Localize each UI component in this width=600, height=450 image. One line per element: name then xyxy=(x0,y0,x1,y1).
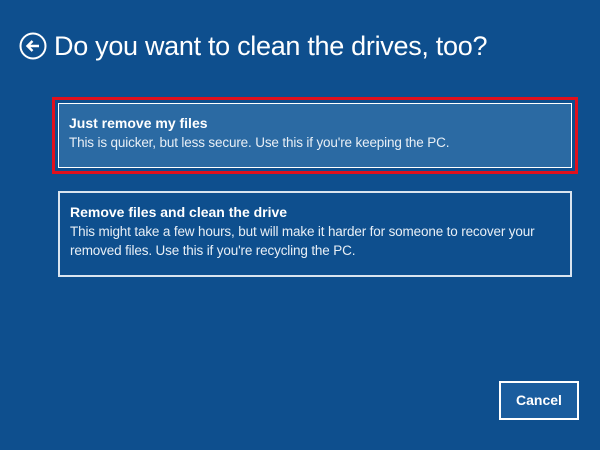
back-button[interactable] xyxy=(19,32,47,60)
page-title: Do you want to clean the drives, too? xyxy=(54,31,488,61)
reset-pc-dialog: Do you want to clean the drives, too? Ju… xyxy=(0,0,600,450)
cancel-button[interactable]: Cancel xyxy=(499,381,579,420)
back-arrow-icon xyxy=(19,32,47,60)
option-title: Remove files and clean the drive xyxy=(70,204,288,220)
option-title: Just remove my files xyxy=(69,115,208,131)
option-description: This is quicker, but less secure. Use th… xyxy=(69,135,450,150)
option-just-remove-files[interactable]: Just remove my files This is quicker, bu… xyxy=(52,97,578,174)
option-description: This might take a few hours, but will ma… xyxy=(70,224,535,258)
option-remove-and-clean-drive[interactable]: Remove files and clean the drive This mi… xyxy=(58,191,572,277)
